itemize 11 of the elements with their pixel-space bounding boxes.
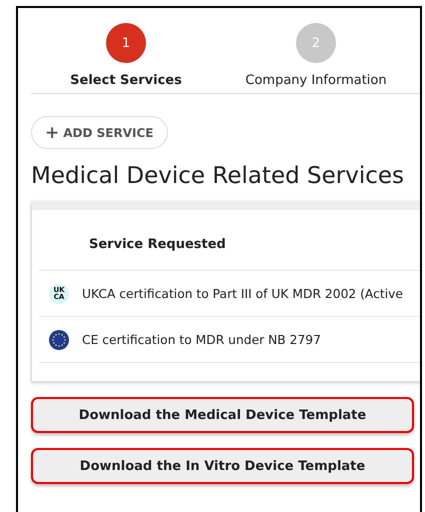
column-header: Service Requested [39,210,420,271]
service-name: UKCA certification to Part III of UK MDR 2002 (Active [82,286,403,300]
download-template-button[interactable]: Download the Medical Device Template [31,397,414,433]
eu-flag-icon [49,330,69,350]
section-heading: Medical Device Related Services [31,163,406,189]
step-circle[interactable]: 1 [106,23,146,63]
service-name: CE certification to MDR under NB 2797 [82,332,321,346]
download-template-button[interactable]: Download the In Vitro Device Template [31,448,414,484]
step-label: Company Information [245,73,387,88]
step-label: Select Services [70,73,182,88]
add-service-button[interactable]: + ADD SERVICE [31,116,168,149]
